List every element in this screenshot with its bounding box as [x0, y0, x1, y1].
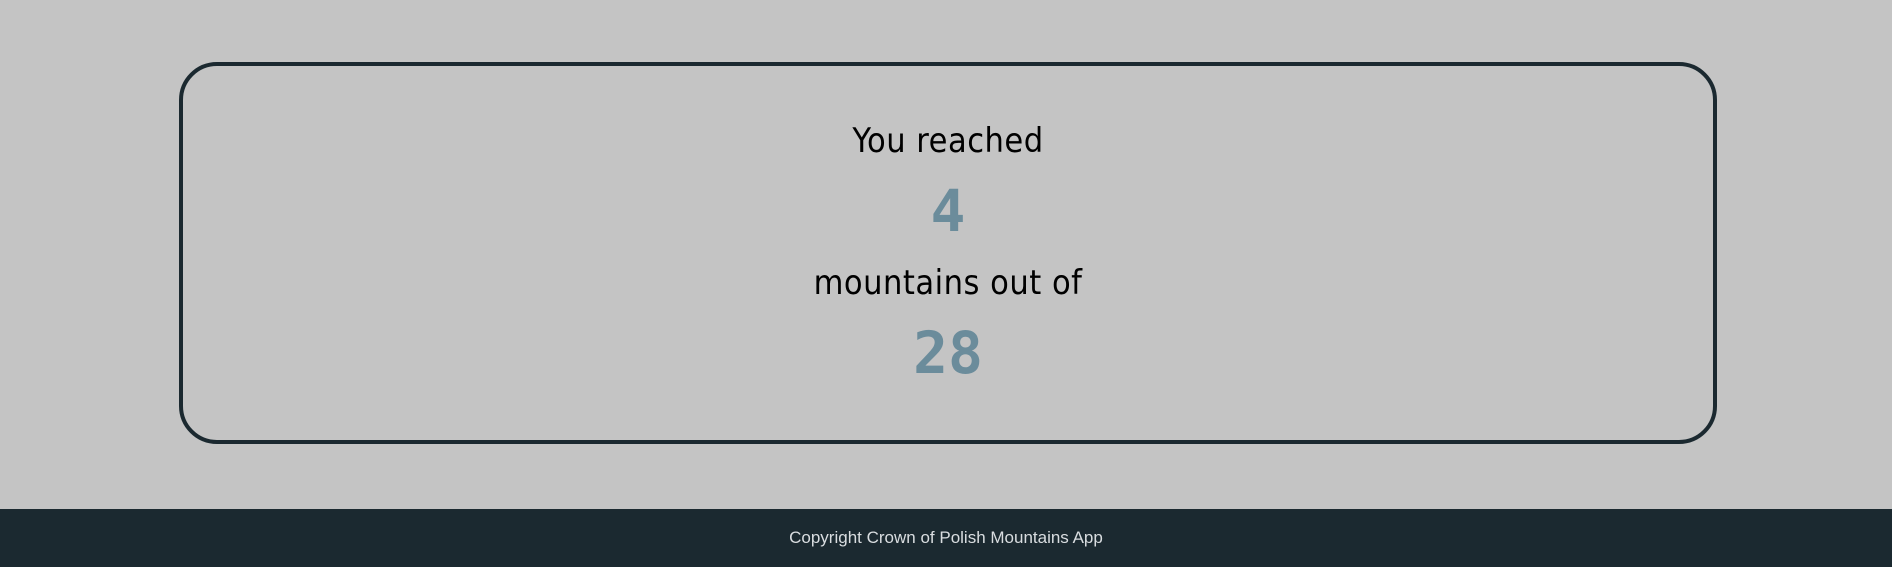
out-of-label: mountains out of — [813, 263, 1083, 303]
total-count: 28 — [913, 319, 983, 387]
reached-label: You reached — [852, 121, 1044, 161]
copyright-text: Copyright Crown of Polish Mountains App — [789, 528, 1103, 547]
progress-summary-card: You reached 4 mountains out of 28 — [179, 62, 1717, 444]
reached-count: 4 — [930, 177, 966, 245]
footer: Copyright Crown of Polish Mountains App — [0, 509, 1892, 567]
